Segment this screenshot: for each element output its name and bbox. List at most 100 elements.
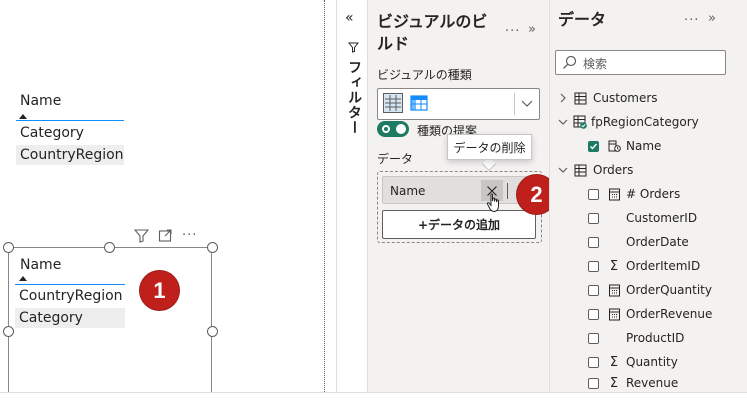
resize-handle[interactable]: [3, 242, 14, 253]
resize-handle[interactable]: [3, 326, 14, 337]
bottom-edge: [0, 392, 747, 405]
add-data-button[interactable]: +データの追加: [382, 210, 536, 239]
field-checkbox[interactable]: [588, 356, 599, 368]
resize-handle[interactable]: [207, 326, 218, 337]
tree-field-orders-measure[interactable]: # Orders: [588, 184, 680, 204]
callout-badge-1: 1: [140, 271, 179, 310]
chevron-down-icon[interactable]: [520, 96, 534, 113]
table2-row[interactable]: CountryRegion: [15, 286, 125, 306]
visual-type-divider: [514, 93, 515, 115]
tree-item-label: fpRegionCategory: [591, 115, 699, 129]
resize-handle[interactable]: [104, 242, 115, 253]
tree-item-label: ProductID: [626, 331, 685, 345]
tree-item-label: OrderDate: [626, 235, 689, 249]
visual-type-selector[interactable]: [377, 88, 540, 120]
tree-table-fpregioncategory[interactable]: fpRegionCategory: [557, 112, 699, 132]
tree-field-revenue[interactable]: Σ Revenue: [588, 374, 678, 392]
funnel-icon: [347, 42, 360, 56]
tree-item-label: Orders: [593, 163, 634, 177]
tree-item-label: OrderQuantity: [626, 283, 712, 297]
tree-field-quantity[interactable]: Σ Quantity: [588, 352, 678, 372]
table-in-use-icon: [573, 115, 587, 129]
data-pane-collapse-icon[interactable]: »: [708, 11, 717, 26]
tree-item-label: Revenue: [626, 376, 679, 390]
search-icon: [562, 55, 577, 73]
build-pane-collapse-icon[interactable]: »: [528, 22, 537, 37]
chevron-right-icon[interactable]: [557, 93, 569, 103]
table-icon: [573, 91, 587, 105]
visual-header-toolbar: ···: [134, 228, 197, 243]
tree-item-label: OrderRevenue: [626, 307, 713, 321]
table2-header-underline: [15, 284, 125, 285]
tree-field-orderdate[interactable]: OrderDate: [588, 232, 689, 252]
data-well-label: データ: [377, 152, 414, 166]
field-checkbox[interactable]: [588, 284, 599, 296]
sigma-icon: Σ: [609, 375, 619, 391]
data-search-input[interactable]: 検索: [555, 50, 726, 75]
matrix-visual-icon[interactable]: [409, 93, 429, 113]
focus-mode-icon[interactable]: [158, 228, 173, 243]
sort-ascending-icon: [19, 114, 27, 119]
more-options-icon[interactable]: ···: [182, 228, 197, 243]
table1-row[interactable]: Category: [16, 123, 124, 143]
resize-handle[interactable]: [207, 242, 218, 253]
filter-icon[interactable]: [134, 228, 149, 243]
expand-filter-chevron-icon[interactable]: «: [345, 10, 354, 26]
field-checkbox[interactable]: [588, 188, 599, 200]
field-checkbox[interactable]: [588, 308, 599, 320]
tree-item-label: Name: [626, 139, 662, 153]
toggle-ring-icon: [382, 125, 390, 133]
table2-header-name[interactable]: Name: [20, 257, 61, 273]
chevron-down-icon[interactable]: [557, 118, 569, 126]
measure-icon: [607, 187, 621, 201]
table1-header-name[interactable]: Name: [20, 93, 61, 109]
measure-icon: [607, 307, 621, 321]
tree-field-name[interactable]: Name: [588, 136, 661, 156]
tree-field-orderquantity[interactable]: OrderQuantity: [588, 280, 712, 300]
tree-item-label: # Orders: [626, 187, 681, 201]
build-pane-title: ビジュアルのビルド: [377, 12, 488, 53]
sigma-icon: Σ: [609, 258, 619, 274]
field-checkbox[interactable]: [588, 377, 599, 389]
table-icon: [573, 163, 587, 177]
report-canvas[interactable]: Name Category CountryRegion ··· Name Cou…: [0, 0, 325, 392]
toggle-knob: [396, 124, 406, 134]
field-chip-label: Name: [390, 184, 426, 198]
measure-icon: [607, 283, 621, 297]
field-checkbox[interactable]: [588, 260, 599, 272]
field-checkbox[interactable]: [588, 332, 599, 344]
calculated-column-icon: [607, 139, 621, 153]
build-pane-more-icon[interactable]: ···: [505, 24, 520, 39]
suggest-type-toggle[interactable]: [377, 121, 409, 137]
tree-table-orders[interactable]: Orders: [557, 160, 633, 180]
field-chip-name[interactable]: Name: [382, 176, 536, 204]
field-checkbox-checked[interactable]: [588, 140, 599, 152]
tree-field-orderitemid[interactable]: Σ OrderItemID: [588, 256, 700, 276]
hand-cursor-icon: [486, 193, 502, 216]
search-placeholder: 検索: [583, 57, 608, 71]
tree-item-label: CustomerID: [626, 211, 698, 225]
tree-field-productid[interactable]: ProductID: [588, 328, 684, 348]
filter-pane-label: フィルター: [346, 60, 362, 135]
chip-divider: [507, 183, 508, 199]
data-pane-title: データ: [558, 10, 607, 29]
field-checkbox[interactable]: [588, 212, 599, 224]
filter-pane-collapsed[interactable]: « フィルター: [336, 0, 368, 392]
tree-field-orderrevenue[interactable]: OrderRevenue: [588, 304, 712, 324]
sort-ascending-icon: [19, 276, 27, 281]
table1-header-underline: [16, 120, 124, 121]
canvas-divider: [324, 0, 325, 392]
visual-type-label: ビジュアルの種類: [377, 68, 472, 82]
tree-table-customers[interactable]: Customers: [557, 88, 658, 108]
table-visual-icon[interactable]: [383, 93, 403, 113]
field-checkbox[interactable]: [588, 236, 599, 248]
remove-data-tooltip: データの削除: [447, 134, 532, 160]
tree-item-label: OrderItemID: [626, 259, 701, 273]
table1-row[interactable]: CountryRegion: [16, 145, 124, 165]
table2-row[interactable]: Category: [15, 308, 125, 328]
data-pane-more-icon[interactable]: ···: [684, 13, 699, 28]
sigma-icon: Σ: [609, 354, 619, 370]
tree-field-customerid[interactable]: CustomerID: [588, 208, 697, 228]
chevron-down-icon[interactable]: [557, 166, 569, 174]
tree-item-label: Quantity: [626, 355, 678, 369]
